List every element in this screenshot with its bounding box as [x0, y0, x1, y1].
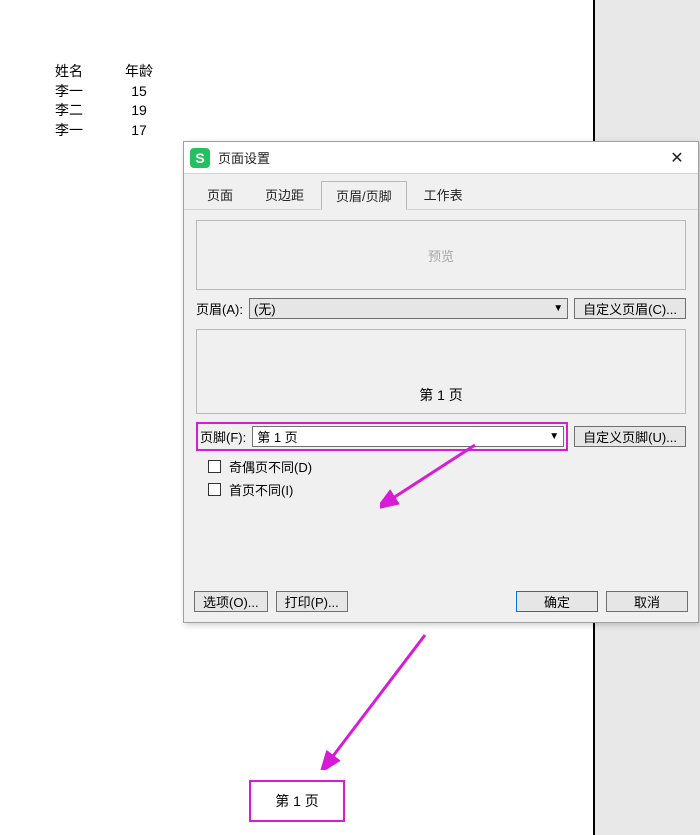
footer-highlight: 页脚(F): 第 1 页 ▼: [196, 422, 568, 451]
odd-even-diff-check[interactable]: 奇偶页不同(D): [208, 457, 686, 476]
footer-combo[interactable]: 第 1 页 ▼: [252, 426, 564, 447]
col-header-name: 姓名: [55, 62, 119, 82]
page-setup-dialog: 页面设置 ✕ 页面 页边距 页眉/页脚 工作表 预览 页眉(A): (无) ▼ …: [183, 141, 699, 623]
footer-label: 页脚(F):: [200, 427, 246, 446]
table-row: 李一 17: [55, 121, 159, 141]
header-combo[interactable]: (无) ▼: [249, 298, 568, 319]
cell-age: 15: [119, 82, 159, 102]
cell-name: 李一: [55, 82, 119, 102]
first-page-diff-check[interactable]: 首页不同(I): [208, 480, 686, 499]
first-page-label: 首页不同(I): [229, 480, 293, 499]
tab-page[interactable]: 页面: [192, 180, 248, 209]
chevron-down-icon: ▼: [553, 303, 563, 314]
app-icon: [190, 148, 210, 168]
page-footer-text: 第 1 页: [275, 791, 319, 811]
header-preview: 预览: [196, 220, 686, 290]
page-footer-highlight: 第 1 页: [249, 780, 345, 822]
data-table: 姓名 年龄 李一 15 李二 19 李一 17: [55, 62, 159, 140]
tab-margins[interactable]: 页边距: [250, 180, 319, 209]
options-button[interactable]: 选项(O)...: [194, 591, 268, 612]
cell-name: 李二: [55, 101, 119, 121]
custom-header-button[interactable]: 自定义页眉(C)...: [574, 298, 686, 319]
print-button[interactable]: 打印(P)...: [276, 591, 348, 612]
custom-footer-button[interactable]: 自定义页脚(U)...: [574, 426, 686, 447]
cancel-button[interactable]: 取消: [606, 591, 688, 612]
footer-control-row: 页脚(F): 第 1 页 ▼ 自定义页脚(U)...: [196, 422, 686, 451]
cell-name: 李一: [55, 121, 119, 141]
header-label: 页眉(A):: [196, 299, 243, 318]
dialog-tabs: 页面 页边距 页眉/页脚 工作表: [184, 174, 698, 210]
tab-sheet[interactable]: 工作表: [409, 180, 478, 209]
table-row: 李一 15: [55, 82, 159, 102]
chevron-down-icon: ▼: [549, 431, 559, 442]
footer-value: 第 1 页: [257, 427, 297, 446]
dialog-title: 页面设置: [218, 148, 656, 167]
cell-age: 17: [119, 121, 159, 141]
footer-preview: 第 1 页: [196, 329, 686, 414]
table-header-row: 姓名 年龄: [55, 62, 159, 82]
col-header-age: 年龄: [119, 62, 159, 82]
table-row: 李二 19: [55, 101, 159, 121]
close-icon: ✕: [670, 148, 683, 168]
footer-preview-text: 第 1 页: [419, 385, 463, 405]
dialog-body: 预览 页眉(A): (无) ▼ 自定义页眉(C)... 第 1 页 页脚(F):…: [184, 210, 698, 585]
header-value: (无): [254, 299, 276, 318]
tab-header-footer[interactable]: 页眉/页脚: [321, 181, 407, 210]
dialog-footer: 选项(O)... 打印(P)... 确定 取消: [184, 585, 698, 622]
checkbox-icon: [208, 460, 221, 473]
ok-button[interactable]: 确定: [516, 591, 598, 612]
preview-label: 预览: [428, 246, 454, 265]
odd-even-label: 奇偶页不同(D): [229, 457, 312, 476]
close-button[interactable]: ✕: [656, 142, 698, 174]
dialog-titlebar: 页面设置 ✕: [184, 142, 698, 174]
header-control-row: 页眉(A): (无) ▼ 自定义页眉(C)...: [196, 298, 686, 319]
cell-age: 19: [119, 101, 159, 121]
checkbox-icon: [208, 483, 221, 496]
